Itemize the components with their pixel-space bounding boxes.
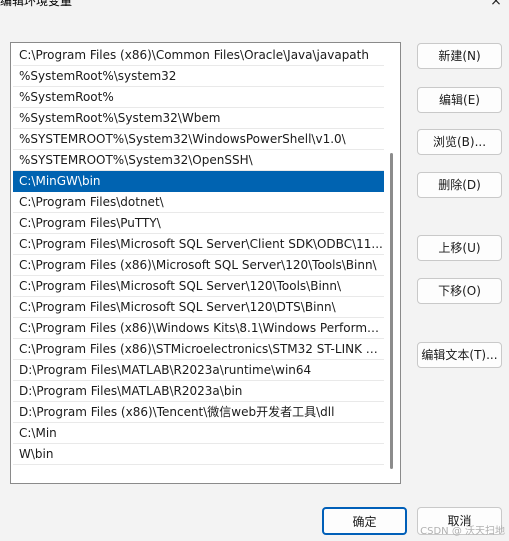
path-list-item[interactable]: %SystemRoot%\System32\Wbem (13, 108, 384, 129)
path-list-item[interactable]: D:\Program Files\MATLAB\R2023a\runtime\w… (13, 360, 384, 381)
path-list-item[interactable]: D:\Program Files (x86)\Tencent\微信web开发者工… (13, 402, 384, 423)
path-list: C:\Program Files (x86)\Common Files\Orac… (13, 45, 384, 465)
ok-button[interactable]: 确定 (322, 507, 407, 535)
path-list-item[interactable]: D:\Program Files\MATLAB\R2023a\bin (13, 381, 384, 402)
vertical-scrollbar[interactable] (386, 45, 398, 481)
scrollbar-thumb[interactable] (390, 153, 393, 469)
path-list-item[interactable]: C:\Min (13, 423, 384, 444)
browse-button[interactable]: 浏览(B)... (417, 129, 502, 155)
path-list-item[interactable]: W\bin (13, 444, 384, 465)
path-list-box[interactable]: C:\Program Files (x86)\Common Files\Orac… (10, 42, 401, 484)
path-list-item[interactable]: C:\Program Files (x86)\Microsoft SQL Ser… (13, 255, 384, 276)
path-list-item[interactable]: %SystemRoot%\system32 (13, 66, 384, 87)
path-list-item[interactable]: C:\Program Files (x86)\STMicroelectronic… (13, 339, 384, 360)
delete-button[interactable]: 删除(D) (417, 172, 502, 198)
watermark: CSDN @ 沃天扫地 (420, 526, 505, 537)
path-list-item[interactable]: C:\Program Files\Microsoft SQL Server\Cl… (13, 234, 384, 255)
path-list-item[interactable]: C:\Program Files\PuTTY\ (13, 213, 384, 234)
path-list-item[interactable]: C:\Program Files\dotnet\ (13, 192, 384, 213)
window-title: 编辑环境变量 (0, 0, 73, 8)
move-up-button[interactable]: 上移(U) (417, 235, 502, 261)
path-list-item[interactable]: %SYSTEMROOT%\System32\WindowsPowerShell\… (13, 129, 384, 150)
path-list-item[interactable]: C:\MinGW\bin (13, 171, 384, 192)
path-list-item[interactable]: C:\Program Files (x86)\Common Files\Orac… (13, 45, 384, 66)
path-list-item[interactable]: C:\Program Files\Microsoft SQL Server\12… (13, 276, 384, 297)
path-list-item[interactable]: C:\Program Files\Microsoft SQL Server\12… (13, 297, 384, 318)
close-icon[interactable]: × (489, 0, 503, 10)
move-down-button[interactable]: 下移(O) (417, 278, 502, 304)
path-list-item[interactable]: %SYSTEMROOT%\System32\OpenSSH\ (13, 150, 384, 171)
edit-text-button[interactable]: 编辑文本(T)... (417, 342, 502, 368)
edit-button[interactable]: 编辑(E) (417, 87, 502, 113)
path-list-item[interactable]: C:\Program Files (x86)\Windows Kits\8.1\… (13, 318, 384, 339)
new-button[interactable]: 新建(N) (417, 43, 502, 69)
path-list-item[interactable]: %SystemRoot% (13, 87, 384, 108)
